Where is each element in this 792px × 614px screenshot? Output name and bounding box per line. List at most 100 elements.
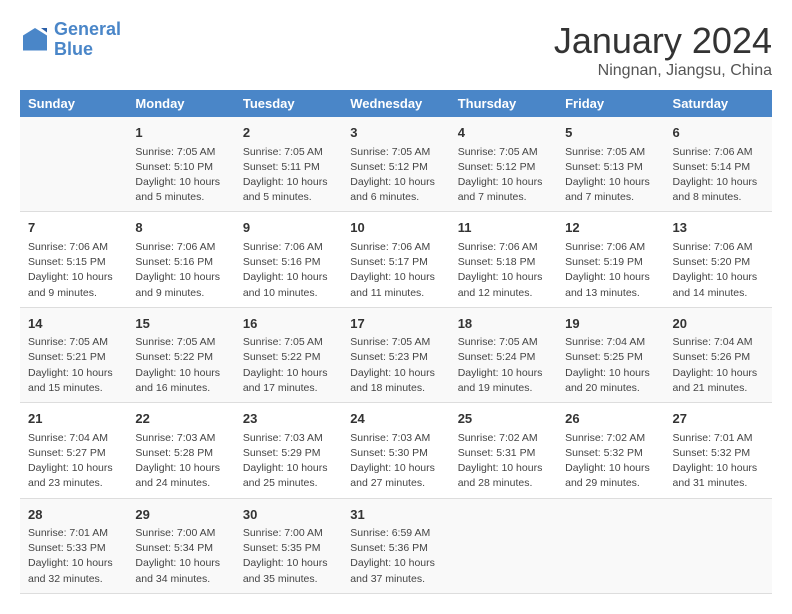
col-tuesday: Tuesday [235, 90, 342, 117]
day-cell: 29Sunrise: 7:00 AM Sunset: 5:34 PM Dayli… [127, 498, 234, 593]
day-cell: 13Sunrise: 7:06 AM Sunset: 5:20 PM Dayli… [665, 212, 772, 307]
col-friday: Friday [557, 90, 664, 117]
location: Ningnan, Jiangsu, China [554, 62, 772, 80]
month-title: January 2024 [554, 20, 772, 62]
day-number: 2 [243, 123, 334, 143]
day-info: Sunrise: 7:02 AM Sunset: 5:31 PM Dayligh… [458, 431, 549, 492]
day-number: 28 [28, 505, 119, 525]
day-info: Sunrise: 7:05 AM Sunset: 5:24 PM Dayligh… [458, 335, 549, 396]
week-row-2: 7Sunrise: 7:06 AM Sunset: 5:15 PM Daylig… [20, 212, 772, 307]
day-cell: 20Sunrise: 7:04 AM Sunset: 5:26 PM Dayli… [665, 307, 772, 402]
day-cell: 24Sunrise: 7:03 AM Sunset: 5:30 PM Dayli… [342, 403, 449, 498]
col-wednesday: Wednesday [342, 90, 449, 117]
day-info: Sunrise: 7:05 AM Sunset: 5:22 PM Dayligh… [135, 335, 226, 396]
day-info: Sunrise: 7:06 AM Sunset: 5:14 PM Dayligh… [673, 145, 764, 206]
day-info: Sunrise: 7:06 AM Sunset: 5:16 PM Dayligh… [243, 240, 334, 301]
day-cell [557, 498, 664, 593]
day-info: Sunrise: 7:06 AM Sunset: 5:19 PM Dayligh… [565, 240, 656, 301]
day-info: Sunrise: 7:00 AM Sunset: 5:34 PM Dayligh… [135, 526, 226, 587]
day-info: Sunrise: 7:03 AM Sunset: 5:30 PM Dayligh… [350, 431, 441, 492]
day-info: Sunrise: 7:01 AM Sunset: 5:33 PM Dayligh… [28, 526, 119, 587]
day-cell: 31Sunrise: 6:59 AM Sunset: 5:36 PM Dayli… [342, 498, 449, 593]
day-info: Sunrise: 7:01 AM Sunset: 5:32 PM Dayligh… [673, 431, 764, 492]
day-info: Sunrise: 7:06 AM Sunset: 5:16 PM Dayligh… [135, 240, 226, 301]
day-info: Sunrise: 7:05 AM Sunset: 5:13 PM Dayligh… [565, 145, 656, 206]
day-number: 6 [673, 123, 764, 143]
week-row-3: 14Sunrise: 7:05 AM Sunset: 5:21 PM Dayli… [20, 307, 772, 402]
title-block: January 2024 Ningnan, Jiangsu, China [554, 20, 772, 80]
day-number: 7 [28, 218, 119, 238]
calendar-table: Sunday Monday Tuesday Wednesday Thursday… [20, 90, 772, 594]
day-number: 8 [135, 218, 226, 238]
day-info: Sunrise: 7:03 AM Sunset: 5:28 PM Dayligh… [135, 431, 226, 492]
logo-icon [20, 25, 50, 55]
day-info: Sunrise: 7:00 AM Sunset: 5:35 PM Dayligh… [243, 526, 334, 587]
day-info: Sunrise: 7:05 AM Sunset: 5:12 PM Dayligh… [458, 145, 549, 206]
day-number: 20 [673, 314, 764, 334]
day-number: 10 [350, 218, 441, 238]
day-cell: 23Sunrise: 7:03 AM Sunset: 5:29 PM Dayli… [235, 403, 342, 498]
day-info: Sunrise: 7:04 AM Sunset: 5:25 PM Dayligh… [565, 335, 656, 396]
day-cell: 7Sunrise: 7:06 AM Sunset: 5:15 PM Daylig… [20, 212, 127, 307]
days-of-week-row: Sunday Monday Tuesday Wednesday Thursday… [20, 90, 772, 117]
logo: General Blue [20, 20, 121, 60]
day-cell: 1Sunrise: 7:05 AM Sunset: 5:10 PM Daylig… [127, 117, 234, 212]
day-number: 18 [458, 314, 549, 334]
day-number: 3 [350, 123, 441, 143]
day-number: 23 [243, 409, 334, 429]
col-saturday: Saturday [665, 90, 772, 117]
logo-text: General Blue [54, 20, 121, 60]
day-number: 4 [458, 123, 549, 143]
day-info: Sunrise: 7:04 AM Sunset: 5:27 PM Dayligh… [28, 431, 119, 492]
day-number: 30 [243, 505, 334, 525]
day-info: Sunrise: 7:03 AM Sunset: 5:29 PM Dayligh… [243, 431, 334, 492]
day-number: 9 [243, 218, 334, 238]
day-info: Sunrise: 7:05 AM Sunset: 5:23 PM Dayligh… [350, 335, 441, 396]
day-cell: 15Sunrise: 7:05 AM Sunset: 5:22 PM Dayli… [127, 307, 234, 402]
day-info: Sunrise: 7:05 AM Sunset: 5:12 PM Dayligh… [350, 145, 441, 206]
day-cell: 2Sunrise: 7:05 AM Sunset: 5:11 PM Daylig… [235, 117, 342, 212]
day-info: Sunrise: 7:06 AM Sunset: 5:20 PM Dayligh… [673, 240, 764, 301]
day-number: 22 [135, 409, 226, 429]
day-number: 25 [458, 409, 549, 429]
day-cell: 25Sunrise: 7:02 AM Sunset: 5:31 PM Dayli… [450, 403, 557, 498]
day-cell [665, 498, 772, 593]
day-number: 17 [350, 314, 441, 334]
logo-line2: Blue [54, 39, 93, 59]
day-cell: 12Sunrise: 7:06 AM Sunset: 5:19 PM Dayli… [557, 212, 664, 307]
day-cell: 18Sunrise: 7:05 AM Sunset: 5:24 PM Dayli… [450, 307, 557, 402]
day-cell: 21Sunrise: 7:04 AM Sunset: 5:27 PM Dayli… [20, 403, 127, 498]
day-cell: 5Sunrise: 7:05 AM Sunset: 5:13 PM Daylig… [557, 117, 664, 212]
day-cell: 19Sunrise: 7:04 AM Sunset: 5:25 PM Dayli… [557, 307, 664, 402]
day-info: Sunrise: 7:06 AM Sunset: 5:18 PM Dayligh… [458, 240, 549, 301]
day-number: 12 [565, 218, 656, 238]
calendar-header: Sunday Monday Tuesday Wednesday Thursday… [20, 90, 772, 117]
day-number: 5 [565, 123, 656, 143]
col-sunday: Sunday [20, 90, 127, 117]
day-number: 29 [135, 505, 226, 525]
calendar-body: 1Sunrise: 7:05 AM Sunset: 5:10 PM Daylig… [20, 117, 772, 593]
day-info: Sunrise: 7:02 AM Sunset: 5:32 PM Dayligh… [565, 431, 656, 492]
day-cell: 16Sunrise: 7:05 AM Sunset: 5:22 PM Dayli… [235, 307, 342, 402]
week-row-5: 28Sunrise: 7:01 AM Sunset: 5:33 PM Dayli… [20, 498, 772, 593]
day-cell: 4Sunrise: 7:05 AM Sunset: 5:12 PM Daylig… [450, 117, 557, 212]
day-number: 21 [28, 409, 119, 429]
day-number: 11 [458, 218, 549, 238]
day-number: 14 [28, 314, 119, 334]
col-monday: Monday [127, 90, 234, 117]
day-cell [450, 498, 557, 593]
day-cell: 3Sunrise: 7:05 AM Sunset: 5:12 PM Daylig… [342, 117, 449, 212]
day-info: Sunrise: 7:04 AM Sunset: 5:26 PM Dayligh… [673, 335, 764, 396]
day-cell: 14Sunrise: 7:05 AM Sunset: 5:21 PM Dayli… [20, 307, 127, 402]
day-info: Sunrise: 7:06 AM Sunset: 5:15 PM Dayligh… [28, 240, 119, 301]
day-number: 1 [135, 123, 226, 143]
day-cell: 10Sunrise: 7:06 AM Sunset: 5:17 PM Dayli… [342, 212, 449, 307]
day-number: 15 [135, 314, 226, 334]
day-cell [20, 117, 127, 212]
day-cell: 26Sunrise: 7:02 AM Sunset: 5:32 PM Dayli… [557, 403, 664, 498]
day-info: Sunrise: 7:05 AM Sunset: 5:10 PM Dayligh… [135, 145, 226, 206]
day-cell: 27Sunrise: 7:01 AM Sunset: 5:32 PM Dayli… [665, 403, 772, 498]
day-cell: 11Sunrise: 7:06 AM Sunset: 5:18 PM Dayli… [450, 212, 557, 307]
day-cell: 9Sunrise: 7:06 AM Sunset: 5:16 PM Daylig… [235, 212, 342, 307]
logo-line1: General [54, 19, 121, 39]
